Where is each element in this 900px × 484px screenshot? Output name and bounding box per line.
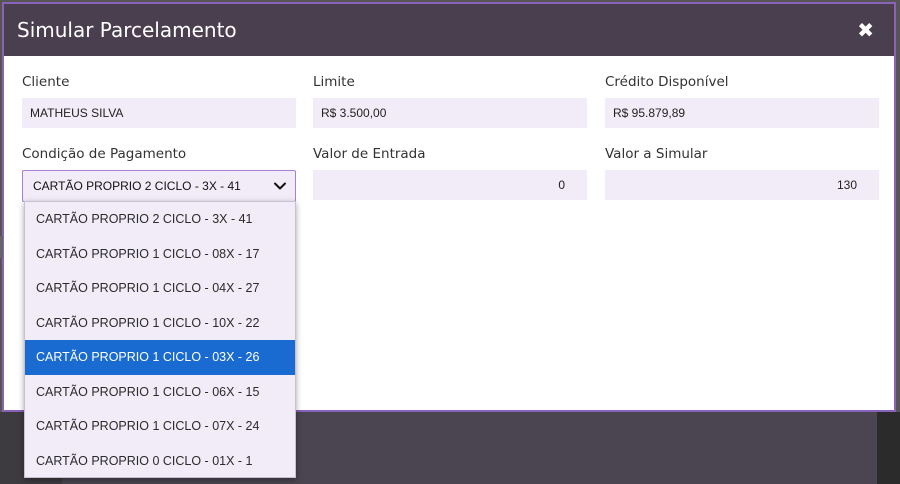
backdrop-panel-right — [877, 412, 900, 484]
condicao-selected-value: CARTÃO PROPRIO 2 CICLO - 3X - 41 — [33, 179, 241, 193]
condicao-field: Condição de Pagamento CARTÃO PROPRIO 2 C… — [22, 146, 296, 204]
dropdown-option[interactable]: CARTÃO PROPRIO 1 CICLO - 04X - 27 — [25, 271, 295, 306]
backdrop-edge — [0, 236, 3, 258]
dropdown-option[interactable]: CARTÃO PROPRIO 1 CICLO - 08X - 17 — [25, 237, 295, 272]
limite-label: Limite — [313, 74, 355, 90]
dropdown-option[interactable]: CARTÃO PROPRIO 1 CICLO - 03X - 26 — [25, 340, 295, 375]
dropdown-option[interactable]: CARTÃO PROPRIO 1 CICLO - 06X - 15 — [25, 375, 295, 410]
cliente-value: MATHEUS SILVA — [22, 98, 296, 128]
condicao-dropdown-list: CARTÃO PROPRIO 2 CICLO - 3X - 41 CARTÃO … — [24, 201, 296, 478]
chevron-down-icon — [274, 182, 286, 190]
dropdown-option[interactable]: CARTÃO PROPRIO 2 CICLO - 3X - 41 — [25, 202, 295, 237]
limite-value: R$ 3.500,00 — [313, 98, 587, 128]
cliente-label: Cliente — [22, 74, 70, 90]
credito-label: Crédito Disponível — [605, 74, 729, 90]
entrada-field: Valor de Entrada 0 — [313, 146, 587, 202]
modal-title: Simular Parcelamento — [17, 18, 237, 42]
valor-entrada-input[interactable]: 0 — [313, 170, 587, 200]
dropdown-option[interactable]: CARTÃO PROPRIO 0 CICLO - 01X - 1 — [25, 444, 295, 479]
entrada-label: Valor de Entrada — [313, 146, 426, 162]
condicao-label: Condição de Pagamento — [22, 146, 187, 162]
modal-header: Simular Parcelamento ✖ — [4, 4, 894, 56]
condicao-pagamento-select[interactable]: CARTÃO PROPRIO 2 CICLO - 3X - 41 — [22, 170, 296, 202]
dropdown-option[interactable]: CARTÃO PROPRIO 1 CICLO - 07X - 24 — [25, 409, 295, 444]
simular-field: Valor a Simular 130 — [605, 146, 879, 202]
simular-label: Valor a Simular — [605, 146, 708, 162]
valor-simular-input[interactable]: 130 — [605, 170, 879, 200]
close-icon[interactable]: ✖ — [853, 16, 878, 44]
limite-field: Limite R$ 3.500,00 — [313, 74, 587, 130]
dropdown-option[interactable]: CARTÃO PROPRIO 1 CICLO - 10X - 22 — [25, 306, 295, 341]
credito-value: R$ 95.879,89 — [605, 98, 879, 128]
credito-field: Crédito Disponível R$ 95.879,89 — [605, 74, 879, 130]
cliente-field: Cliente MATHEUS SILVA — [22, 74, 296, 130]
